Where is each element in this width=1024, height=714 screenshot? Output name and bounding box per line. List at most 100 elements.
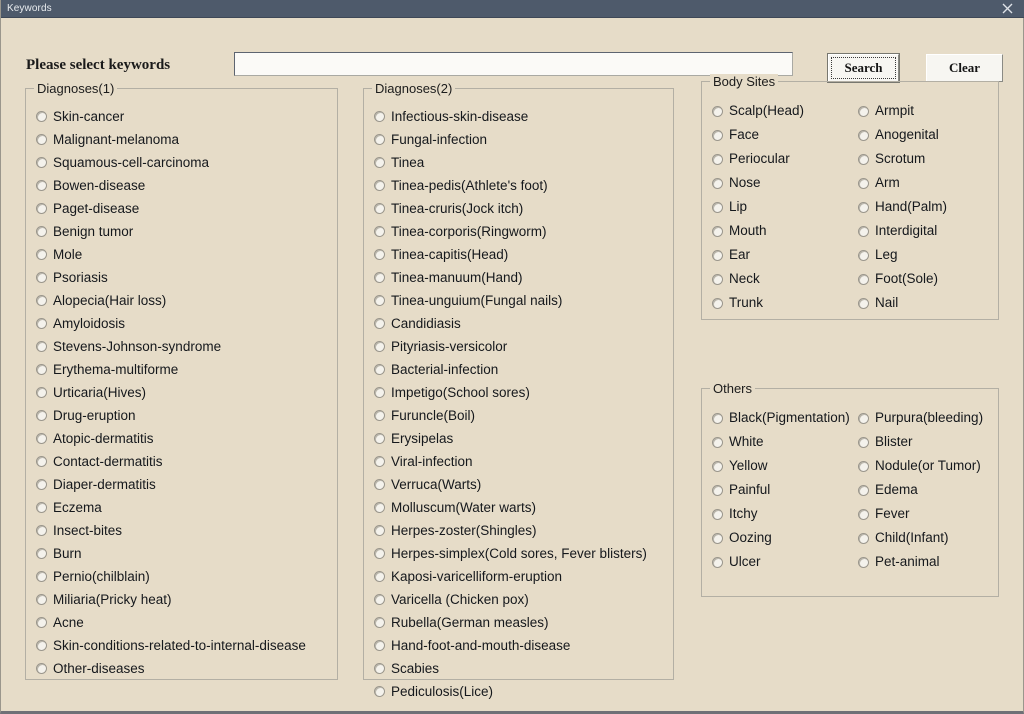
radio-button-icon[interactable]	[858, 153, 869, 165]
radio-button-icon[interactable]	[36, 180, 47, 191]
radio-option[interactable]: Verruca(Warts)	[374, 473, 667, 496]
radio-button-icon[interactable]	[712, 273, 723, 285]
radio-option[interactable]: Pediculosis(Lice)	[374, 680, 667, 703]
radio-option[interactable]: Tinea-capitis(Head)	[374, 243, 667, 266]
radio-button-icon[interactable]	[36, 640, 47, 651]
radio-option[interactable]: Scalp(Head)	[712, 99, 858, 123]
radio-button-icon[interactable]	[858, 412, 869, 424]
radio-button-icon[interactable]	[36, 226, 47, 237]
radio-button-icon[interactable]	[374, 387, 385, 398]
radio-button-icon[interactable]	[36, 525, 47, 536]
radio-button-icon[interactable]	[858, 105, 869, 117]
radio-option[interactable]: Tinea-pedis(Athlete's foot)	[374, 174, 667, 197]
radio-option[interactable]: Bowen-disease	[36, 174, 331, 197]
radio-button-icon[interactable]	[374, 157, 385, 168]
radio-option[interactable]: Candidiasis	[374, 312, 667, 335]
radio-option[interactable]: Rubella(German measles)	[374, 611, 667, 634]
radio-button-icon[interactable]	[858, 201, 869, 213]
radio-button-icon[interactable]	[712, 508, 723, 520]
close-icon[interactable]	[989, 0, 1024, 18]
radio-button-icon[interactable]	[36, 364, 47, 375]
radio-button-icon[interactable]	[36, 479, 47, 490]
radio-option[interactable]: Yellow	[712, 454, 858, 478]
radio-option[interactable]: Stevens-Johnson-syndrome	[36, 335, 331, 358]
radio-option[interactable]: Mole	[36, 243, 331, 266]
radio-option[interactable]: Other-diseases	[36, 657, 331, 680]
radio-option[interactable]: Neck	[712, 267, 858, 291]
radio-button-icon[interactable]	[858, 532, 869, 544]
radio-button-icon[interactable]	[858, 177, 869, 189]
radio-option[interactable]: Alopecia(Hair loss)	[36, 289, 331, 312]
radio-button-icon[interactable]	[374, 594, 385, 605]
radio-option[interactable]: Anogenital	[858, 123, 947, 147]
radio-option[interactable]: Skin-cancer	[36, 105, 331, 128]
radio-button-icon[interactable]	[858, 225, 869, 237]
radio-button-icon[interactable]	[374, 226, 385, 237]
radio-button-icon[interactable]	[712, 249, 723, 261]
radio-button-icon[interactable]	[374, 341, 385, 352]
radio-option[interactable]: Mouth	[712, 219, 858, 243]
radio-option[interactable]: Leg	[858, 243, 947, 267]
radio-button-icon[interactable]	[858, 129, 869, 141]
radio-option[interactable]: Insect-bites	[36, 519, 331, 542]
radio-button-icon[interactable]	[374, 663, 385, 674]
radio-button-icon[interactable]	[858, 249, 869, 261]
radio-button-icon[interactable]	[374, 686, 385, 697]
radio-button-icon[interactable]	[374, 548, 385, 559]
radio-button-icon[interactable]	[374, 318, 385, 329]
radio-option[interactable]: Blister	[858, 430, 983, 454]
radio-option[interactable]: Tinea-corporis(Ringworm)	[374, 220, 667, 243]
radio-option[interactable]: Tinea-manuum(Hand)	[374, 266, 667, 289]
radio-button-icon[interactable]	[712, 460, 723, 472]
radio-option[interactable]: Acne	[36, 611, 331, 634]
radio-option[interactable]: Pernio(chilblain)	[36, 565, 331, 588]
radio-button-icon[interactable]	[36, 663, 47, 674]
radio-option[interactable]: Diaper-dermatitis	[36, 473, 331, 496]
radio-option[interactable]: Drug-eruption	[36, 404, 331, 427]
radio-button-icon[interactable]	[36, 548, 47, 559]
radio-option[interactable]: Interdigital	[858, 219, 947, 243]
radio-option[interactable]: Impetigo(School sores)	[374, 381, 667, 404]
radio-button-icon[interactable]	[36, 594, 47, 605]
radio-option[interactable]: Nose	[712, 171, 858, 195]
radio-option[interactable]: Eczema	[36, 496, 331, 519]
radio-button-icon[interactable]	[36, 341, 47, 352]
radio-option[interactable]: Scabies	[374, 657, 667, 680]
radio-option[interactable]: Erysipelas	[374, 427, 667, 450]
radio-button-icon[interactable]	[374, 456, 385, 467]
radio-button-icon[interactable]	[712, 297, 723, 309]
radio-option[interactable]: Itchy	[712, 502, 858, 526]
radio-option[interactable]: Burn	[36, 542, 331, 565]
radio-button-icon[interactable]	[36, 134, 47, 145]
radio-option[interactable]: Scrotum	[858, 147, 947, 171]
radio-button-icon[interactable]	[374, 249, 385, 260]
radio-option[interactable]: Erythema-multiforme	[36, 358, 331, 381]
radio-button-icon[interactable]	[36, 157, 47, 168]
radio-button-icon[interactable]	[374, 295, 385, 306]
radio-button-icon[interactable]	[712, 412, 723, 424]
radio-option[interactable]: Painful	[712, 478, 858, 502]
radio-button-icon[interactable]	[858, 273, 869, 285]
radio-button-icon[interactable]	[374, 272, 385, 283]
radio-option[interactable]: Face	[712, 123, 858, 147]
radio-option[interactable]: Fungal-infection	[374, 128, 667, 151]
radio-button-icon[interactable]	[374, 479, 385, 490]
radio-button-icon[interactable]	[374, 617, 385, 628]
search-button[interactable]: Search	[828, 54, 899, 82]
radio-button-icon[interactable]	[712, 225, 723, 237]
radio-option[interactable]: Psoriasis	[36, 266, 331, 289]
radio-option[interactable]: Tinea-cruris(Jock itch)	[374, 197, 667, 220]
radio-option[interactable]: Black(Pigmentation)	[712, 406, 858, 430]
keywords-search-input[interactable]	[234, 52, 793, 76]
radio-option[interactable]: Paget-disease	[36, 197, 331, 220]
radio-option[interactable]: Hand-foot-and-mouth-disease	[374, 634, 667, 657]
radio-button-icon[interactable]	[36, 111, 47, 122]
radio-button-icon[interactable]	[712, 153, 723, 165]
radio-option[interactable]: Infectious-skin-disease	[374, 105, 667, 128]
radio-button-icon[interactable]	[858, 297, 869, 309]
radio-option[interactable]: Herpes-zoster(Shingles)	[374, 519, 667, 542]
radio-button-icon[interactable]	[858, 460, 869, 472]
radio-button-icon[interactable]	[712, 129, 723, 141]
radio-option[interactable]: Nail	[858, 291, 947, 315]
radio-button-icon[interactable]	[374, 203, 385, 214]
